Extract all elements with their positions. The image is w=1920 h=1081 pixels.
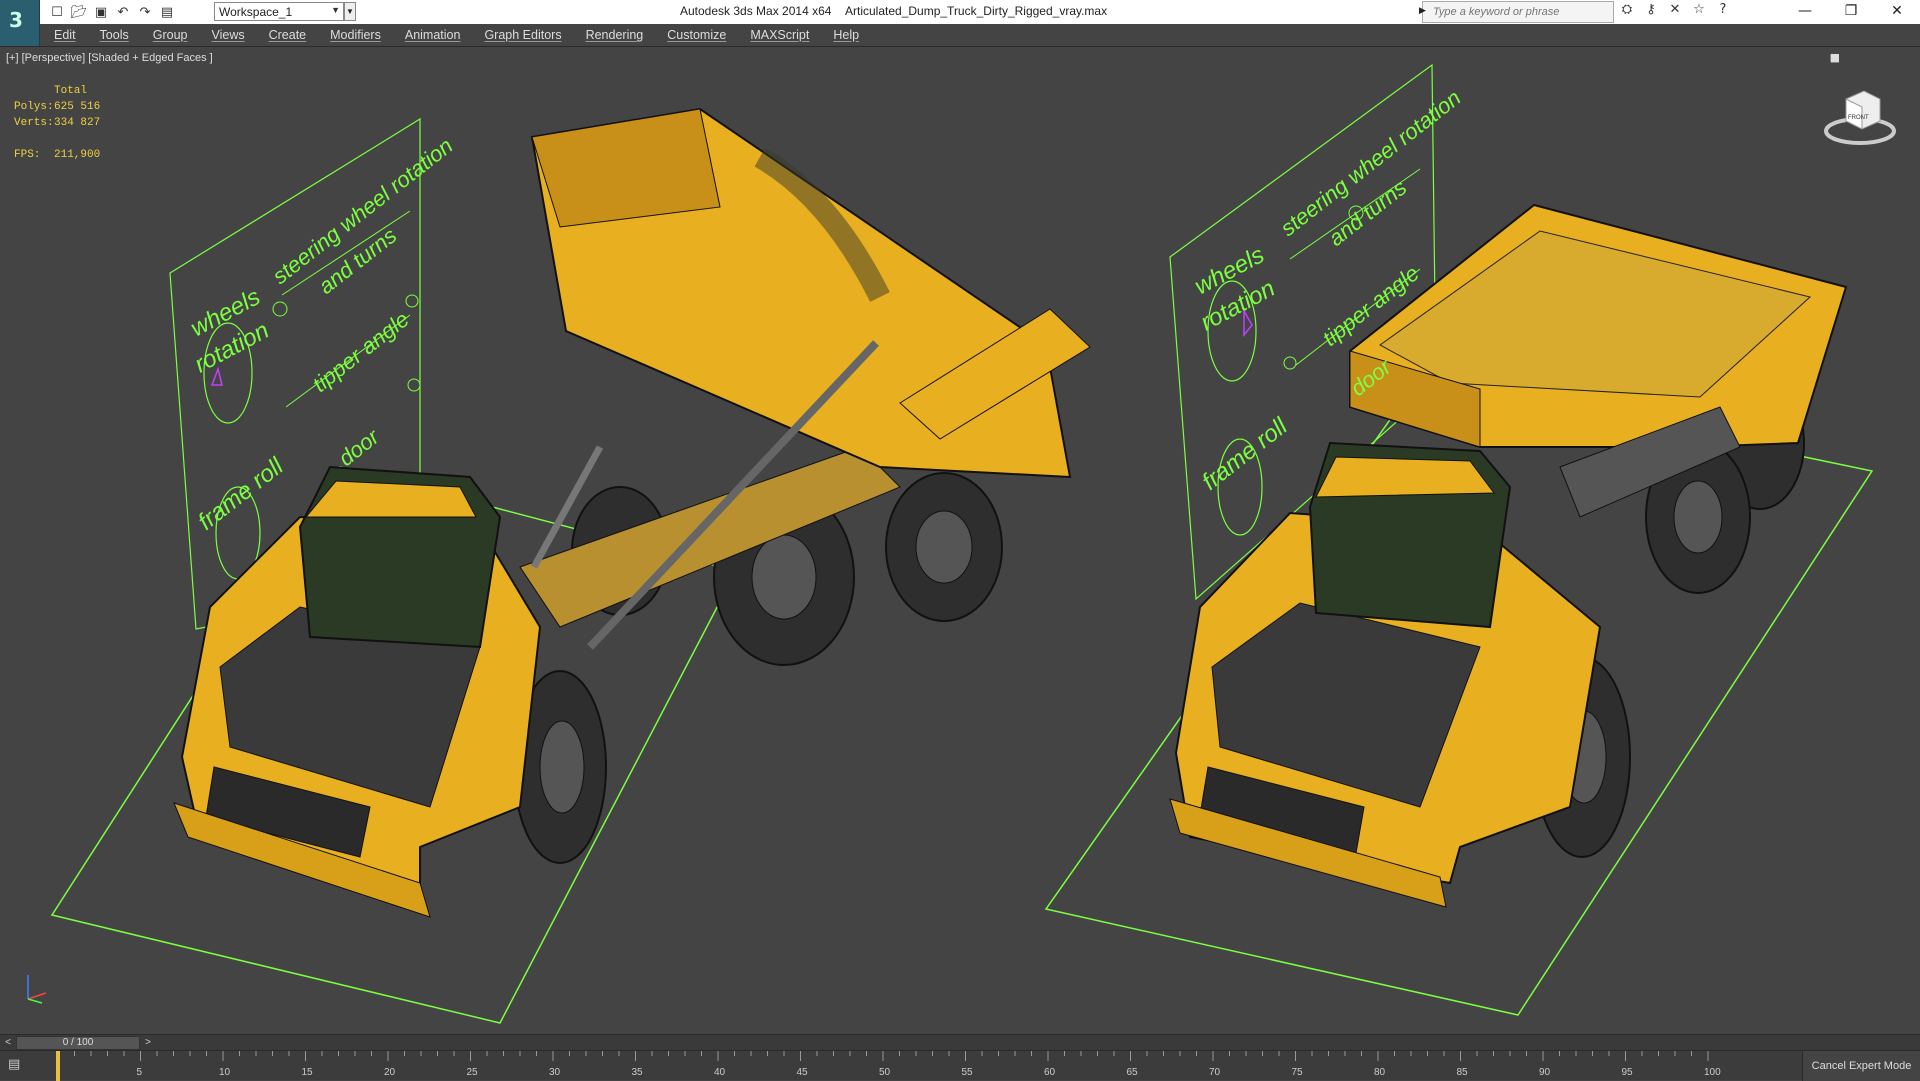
redo-icon[interactable]: ↷ (136, 3, 154, 21)
frame-tick-label: 5 (137, 1067, 143, 1078)
menu-customize[interactable]: Customize (667, 28, 726, 42)
frame-tick-label: 20 (384, 1067, 396, 1078)
menu-views[interactable]: Views (211, 28, 244, 42)
menu-rendering[interactable]: Rendering (586, 28, 644, 42)
frame-tick-label: 85 (1457, 1067, 1469, 1078)
menu-help[interactable]: Help (833, 28, 859, 42)
infocenter-search: ▶ (1419, 1, 1614, 23)
viewcube-front-label: FRONT (1848, 115, 1869, 121)
frame-tick-label: 50 (879, 1067, 891, 1078)
workspace-dropdown[interactable]: Workspace_1 ▼ (214, 2, 344, 21)
frame-tick-label: 95 (1622, 1067, 1634, 1078)
viewcube[interactable]: FRONT (1820, 77, 1900, 157)
infocenter-icons: ⛭ ⚷ ✕ ☆ ? (1618, 2, 1732, 20)
menu-graph-editors[interactable]: Graph Editors (484, 28, 561, 42)
prev-frame-icon[interactable]: < (2, 1035, 14, 1051)
stats-polys-value: 625 516 (54, 101, 101, 113)
stats-verts-value: 334 827 (54, 117, 101, 129)
door-handle-left (407, 378, 421, 392)
stats-verts-label: Verts: (14, 117, 54, 129)
frame-tick-label: 70 (1209, 1067, 1221, 1078)
axis-tripod (27, 975, 47, 1004)
frame-ruler[interactable]: 0510152025303540455055606570758085909510… (56, 1051, 1746, 1081)
frame-tick-label: 25 (467, 1067, 479, 1078)
menu-group[interactable]: Group (153, 28, 188, 42)
help-icon[interactable]: ? (1714, 2, 1732, 20)
frame-tick-label: 80 (1374, 1067, 1386, 1078)
workspace-value: Workspace_1 (219, 5, 293, 19)
save-file-icon[interactable]: ▣ (92, 3, 110, 21)
search-input[interactable] (1433, 4, 1613, 20)
frame-tick-label: 35 (632, 1067, 644, 1078)
frame-tick-label: 75 (1292, 1067, 1304, 1078)
time-slider[interactable]: 0 / 100 (16, 1036, 140, 1050)
app-title: Autodesk 3ds Max 2014 x64 (680, 4, 832, 18)
frame-tick-label: 90 (1539, 1067, 1551, 1078)
next-frame-icon[interactable]: > (142, 1035, 154, 1051)
menu-tools[interactable]: Tools (100, 28, 129, 42)
stats-total-label: Total (54, 85, 88, 97)
3dsmax-logo-icon: 3 (9, 8, 23, 32)
new-file-icon[interactable]: ☐ (48, 3, 66, 21)
track-bar[interactable]: ▤ 05101520253035404550556065707580859095… (0, 1050, 1920, 1081)
workspace-menu-button[interactable]: ▼ (344, 2, 356, 21)
menu-maxscript[interactable]: MAXScript (750, 28, 809, 42)
steering-handle-left (272, 301, 288, 317)
binoculars-icon[interactable]: ⛭ (1618, 2, 1636, 20)
undo-icon[interactable]: ↶ (114, 3, 132, 21)
tipper-handle-left (405, 294, 419, 308)
viewport-statistics: Total Polys: 625 516 Verts: 334 827 FPS: 21… (14, 83, 100, 163)
time-slider-bar: < 0 / 100 > (0, 1034, 1920, 1050)
frame-tick-label: 30 (549, 1067, 561, 1078)
curve-editor-icon[interactable]: ▤ (8, 1057, 30, 1075)
lock-icon[interactable]: ■ (1830, 51, 1840, 64)
rig-label-frame-roll-right: frame roll (1197, 412, 1293, 495)
tipper-handle-right (1283, 356, 1297, 370)
menu-animation[interactable]: Animation (405, 28, 461, 42)
key-icon[interactable]: ⚷ (1642, 2, 1660, 20)
menu-create[interactable]: Create (269, 28, 307, 42)
frame-tick-label: 55 (962, 1067, 974, 1078)
star-icon[interactable]: ☆ (1690, 2, 1708, 20)
viewport-label[interactable]: [+] [Perspective] [Shaded + Edged Faces … (6, 52, 213, 64)
menu-edit[interactable]: Edit (54, 28, 76, 42)
dump-truck-left[interactable] (173, 107, 1091, 918)
restore-icon[interactable]: ❐ (1828, 0, 1874, 24)
frame-tick-label: 15 (302, 1067, 314, 1078)
current-frame-marker (56, 1051, 60, 1081)
quick-access-toolbar: ☐ 📂︎ ▣ ↶ ↷ ▤ (48, 2, 176, 22)
project-folder-icon[interactable]: ▤ (158, 3, 176, 21)
chevron-down-icon: ▼ (331, 5, 340, 15)
stats-fps-label: FPS: (14, 149, 41, 161)
window-controls: — ❐ ✕ (1782, 0, 1920, 24)
stats-fps-value: 211,900 (54, 149, 101, 161)
rig-label-tipper-left: tipper angle (308, 306, 414, 396)
menu-bar: Edit Tools Group Views Create Modifiers … (40, 24, 1920, 46)
tools-icon[interactable]: ✕ (1666, 2, 1684, 20)
menu-modifiers[interactable]: Modifiers (330, 28, 381, 42)
expand-arrow-icon[interactable]: ▶ (1419, 5, 1426, 16)
open-file-icon[interactable]: 📂︎ (70, 3, 88, 21)
cancel-expert-mode-button[interactable]: Cancel Expert Mode (1802, 1051, 1920, 1081)
frame-tick-label: 65 (1127, 1067, 1139, 1078)
frame-tick-label: 40 (714, 1067, 726, 1078)
rig-label-door-left: door (334, 423, 385, 471)
rig-label-frame-roll-left: frame roll (193, 452, 289, 535)
stats-polys-label: Polys: (14, 101, 54, 113)
frame-tick-label: 45 (797, 1067, 809, 1078)
frame-tick-label: 60 (1044, 1067, 1056, 1078)
frame-tick-label: 100 (1704, 1067, 1721, 1078)
title-bar: 3 ☐ 📂︎ ▣ ↶ ↷ ▤ Workspace_1 ▼ ▼ Autodesk … (0, 0, 1920, 46)
frame-tick-label: 10 (219, 1067, 231, 1078)
app-menu-button[interactable]: 3 (0, 0, 40, 46)
file-name: Articulated_Dump_Truck_Dirty_Rigged_vray… (845, 4, 1108, 18)
dump-truck-right[interactable] (1169, 203, 1848, 908)
close-icon[interactable]: ✕ (1874, 0, 1920, 24)
perspective-viewport[interactable]: wheels rotation steering wheel rotation … (0, 46, 1920, 1034)
scene-render[interactable]: wheels rotation steering wheel rotation … (0, 47, 1920, 1035)
minimize-icon[interactable]: — (1782, 0, 1828, 24)
